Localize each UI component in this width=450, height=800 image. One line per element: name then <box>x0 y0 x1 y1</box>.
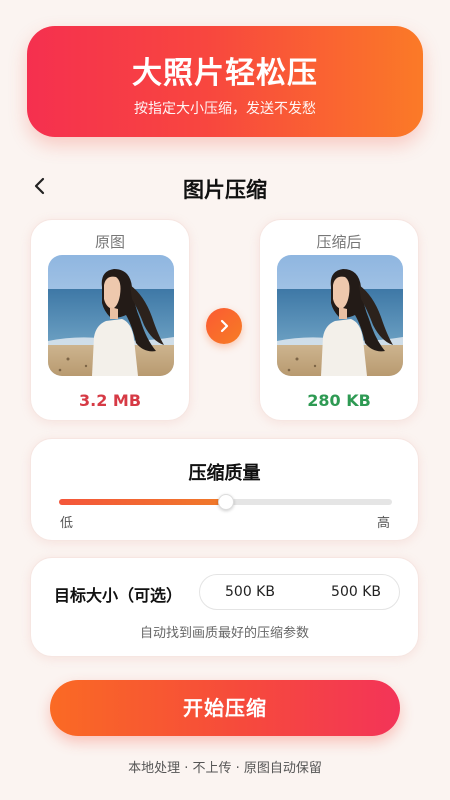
banner-title: 大照片轻松压 <box>132 56 318 91</box>
page-title: 图片压缩 <box>183 178 267 202</box>
target-size-hint: 自动找到画质最好的压缩参数 <box>139 626 309 641</box>
original-label: 原图 <box>94 233 125 251</box>
target-size-unit-value: 500 KB <box>331 584 381 600</box>
quality-high-label: 高 <box>376 516 390 531</box>
compare-arrow-button[interactable] <box>206 308 242 344</box>
target-size-value: 500 KB <box>225 584 275 600</box>
banner-subtitle: 按指定大小压缩，发送不发愁 <box>134 101 316 117</box>
quality-slider-fill <box>59 499 226 505</box>
promo-banner: 大照片轻松压 按指定大小压缩，发送不发愁 <box>27 26 423 137</box>
quality-slider[interactable] <box>59 494 392 510</box>
compressed-size: 280 KB <box>307 391 371 410</box>
chevron-right-icon <box>220 319 229 333</box>
quality-slider-thumb[interactable] <box>217 494 234 510</box>
original-image-card[interactable]: 原图 3.2 MB <box>30 219 190 421</box>
compressed-image-card[interactable]: 压缩后 280 KB <box>259 219 419 421</box>
quality-card: 压缩质量 低 高 <box>30 438 419 541</box>
original-photo <box>48 255 174 376</box>
compressed-photo <box>277 255 403 376</box>
quality-low-label: 低 <box>60 516 74 531</box>
target-size-label: 目标大小（可选） <box>54 586 183 605</box>
original-size: 3.2 MB <box>78 391 142 410</box>
footer-note: 本地处理 · 不上传 · 原图自动保留 <box>128 761 322 776</box>
start-compress-button[interactable]: 开始压缩 <box>50 680 400 736</box>
quality-title: 压缩质量 <box>188 463 261 484</box>
nav-bar: 图片压缩 <box>0 168 450 208</box>
compressed-label: 压缩后 <box>316 233 362 251</box>
target-size-card: 目标大小（可选） 500 KB 500 KB 自动找到画质最好的压缩参数 <box>30 557 419 657</box>
target-size-input[interactable]: 500 KB 500 KB <box>199 574 400 610</box>
